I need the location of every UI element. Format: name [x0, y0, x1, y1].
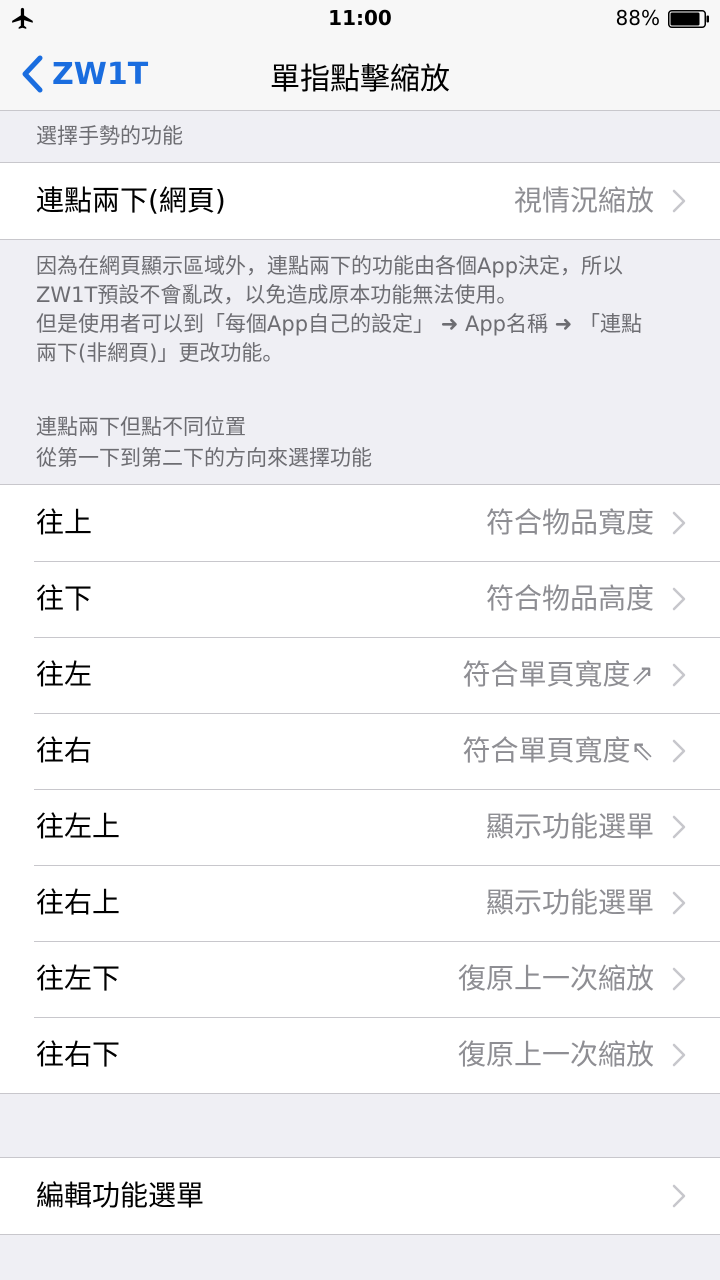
row-value: 符合物品寬度 [485, 506, 654, 539]
section-header-directions: 連點兩下但點不同位置 從第一下到第二下的方向來選擇功能 [36, 412, 372, 474]
header-line: 連點兩下但點不同位置 [36, 415, 246, 439]
row-right[interactable]: 往右 符合單頁寬度⇖ [0, 713, 720, 789]
battery-icon [668, 10, 709, 28]
chevron-right-icon [672, 511, 686, 535]
gesture-group: 連點兩下(網頁) 視情況縮放 [0, 162, 720, 240]
row-label: 往右 [36, 734, 93, 767]
chevron-right-icon [672, 739, 686, 763]
row-value: 復原上一次縮放 [457, 1038, 654, 1071]
edit-group: 編輯功能選單 [0, 1157, 720, 1235]
section-footer-note: 因為在網頁顯示區域外，連點兩下的功能由各個App決定，所以 ZW1T預設不會亂改… [36, 252, 686, 368]
row-left[interactable]: 往左 符合單頁寬度⇗ [0, 637, 720, 713]
row-label: 往左 [36, 658, 93, 691]
row-edit-menu[interactable]: 編輯功能選單 [0, 1158, 720, 1234]
row-up[interactable]: 往上 符合物品寬度 [0, 485, 720, 561]
row-value: 復原上一次縮放 [457, 962, 654, 995]
footer-line: ZW1T預設不會亂改，以免造成原本功能無法使用。 [36, 283, 518, 307]
footer-line: 但是使用者可以到「每個App自己的設定」 ➜ App名稱 ➜ 「連點 [36, 312, 642, 336]
row-label: 編輯功能選單 [36, 1179, 205, 1212]
footer-line: 兩下(非網頁)」更改功能。 [36, 341, 284, 365]
row-value: 顯示功能選單 [485, 886, 654, 919]
chevron-right-icon [672, 815, 686, 839]
row-down[interactable]: 往下 符合物品高度 [0, 561, 720, 637]
header-line: 從第一下到第二下的方向來選擇功能 [36, 446, 372, 470]
row-up-right[interactable]: 往右上 顯示功能選單 [0, 865, 720, 941]
row-value: 視情況縮放 [513, 184, 654, 217]
chevron-right-icon [672, 1184, 686, 1208]
chevron-right-icon [672, 189, 686, 213]
row-value: 符合單頁寬度⇗ [462, 658, 654, 691]
row-value: 符合單頁寬度⇖ [462, 734, 654, 767]
row-label: 往左上 [36, 810, 121, 843]
row-label: 往上 [36, 506, 93, 539]
row-label: 往右下 [36, 1038, 121, 1071]
row-down-right[interactable]: 往右下 復原上一次縮放 [0, 1017, 720, 1093]
row-down-left[interactable]: 往左下 復原上一次縮放 [0, 941, 720, 1017]
battery-percent: 88% [615, 6, 660, 30]
status-time: 11:00 [328, 6, 392, 30]
chevron-right-icon [672, 967, 686, 991]
chevron-right-icon [672, 663, 686, 687]
row-up-left[interactable]: 往左上 顯示功能選單 [0, 789, 720, 865]
row-label: 往下 [36, 582, 93, 615]
chevron-right-icon [672, 587, 686, 611]
status-bar: 11:00 88% [0, 0, 720, 40]
row-double-tap-web[interactable]: 連點兩下(網頁) 視情況縮放 [0, 163, 720, 239]
chevron-right-icon [672, 1043, 686, 1067]
row-label: 往左下 [36, 962, 121, 995]
row-label: 往右上 [36, 886, 121, 919]
row-value: 顯示功能選單 [485, 810, 654, 843]
row-value: 符合物品高度 [485, 582, 654, 615]
direction-group: 往上 符合物品寬度 往下 符合物品高度 往左 符合單頁寬度⇗ 往右 符合單頁寬度… [0, 484, 720, 1094]
page-title: 單指點擊縮放 [270, 62, 450, 97]
footer-line: 因為在網頁顯示區域外，連點兩下的功能由各個App決定，所以 [36, 254, 624, 278]
row-label: 連點兩下(網頁) [36, 184, 226, 217]
chevron-right-icon [672, 891, 686, 915]
navigation-bar: ZW1T 單指點擊縮放 [0, 40, 720, 111]
section-header-gesture: 選擇手勢的功能 [36, 124, 183, 148]
